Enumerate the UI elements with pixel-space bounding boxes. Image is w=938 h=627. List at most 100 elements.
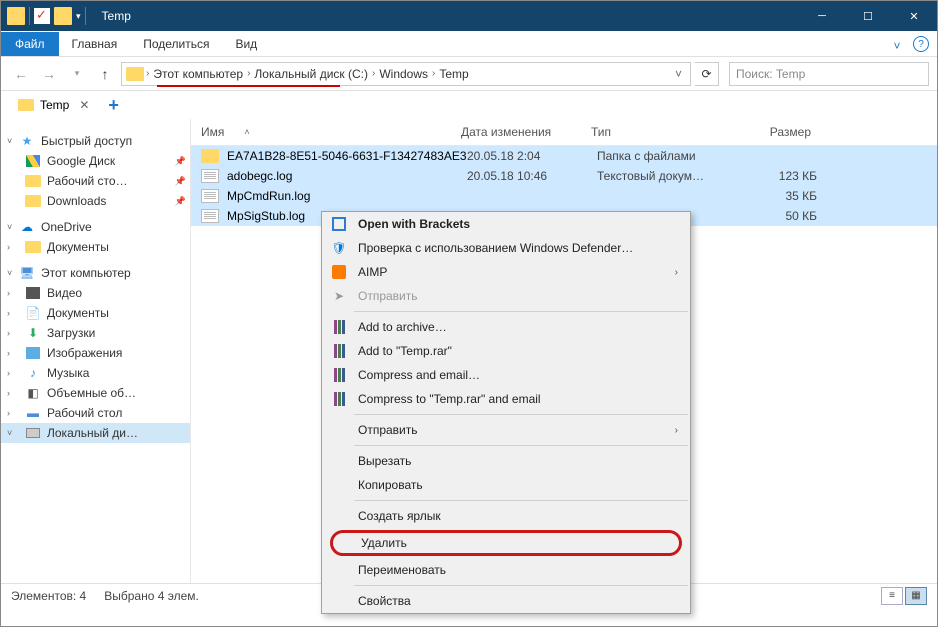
cm-defender[interactable]: 🛡Проверка с использованием Windows Defen… xyxy=(322,236,690,260)
cm-add-to[interactable]: Add to "Temp.rar" xyxy=(322,339,690,363)
back-button[interactable]: ← xyxy=(9,62,33,86)
folder-tab[interactable]: Temp ✕ xyxy=(9,93,98,117)
tab-strip: Temp ✕ + xyxy=(1,91,937,119)
sidebar-gdrive[interactable]: Google Диск📌 xyxy=(1,151,190,171)
archive-icon xyxy=(334,368,345,382)
folder-icon xyxy=(54,7,72,25)
video-icon xyxy=(26,287,40,299)
tab-share[interactable]: Поделиться xyxy=(130,32,222,56)
minimize-button[interactable]: ─ xyxy=(799,1,845,31)
crumb-temp[interactable]: Temp xyxy=(435,67,472,81)
sidebar-video[interactable]: ›Видео xyxy=(1,283,190,303)
close-button[interactable]: ✕ xyxy=(891,1,937,31)
archive-icon xyxy=(334,392,345,406)
cm-aimp[interactable]: AIMP› xyxy=(322,260,690,284)
gdrive-icon xyxy=(26,155,40,167)
separator xyxy=(354,311,688,312)
view-icons-button[interactable]: ▦ xyxy=(905,587,927,605)
tab-close-icon[interactable]: ✕ xyxy=(79,98,89,112)
star-icon: ★ xyxy=(19,133,35,149)
sidebar-downloads[interactable]: ›⬇Загрузки xyxy=(1,323,190,343)
cm-copy[interactable]: Копировать xyxy=(322,473,690,497)
sidebar-music[interactable]: ›♪Музыка xyxy=(1,363,190,383)
cm-cut[interactable]: Вырезать xyxy=(322,449,690,473)
header-name[interactable]: Имя˄ xyxy=(201,125,461,139)
shield-icon: 🛡 xyxy=(330,239,348,257)
crumb-pc[interactable]: Этот компьютер xyxy=(149,67,247,81)
table-row[interactable]: EA7A1B28-8E51-5046-6631-F13427483AE320.0… xyxy=(191,146,937,166)
search-input[interactable]: Поиск: Temp xyxy=(729,62,929,86)
table-row[interactable]: adobegc.log20.05.18 10:46Текстовый докум… xyxy=(191,166,937,186)
add-tab-button[interactable]: + xyxy=(102,95,125,116)
folder-icon xyxy=(25,195,41,207)
sidebar-downloads-pin[interactable]: Downloads📌 xyxy=(1,191,190,211)
recent-dropdown[interactable]: ▾ xyxy=(65,62,89,86)
image-icon xyxy=(26,347,40,359)
view-details-button[interactable]: ≡ xyxy=(881,587,903,605)
chevron-right-icon: › xyxy=(675,425,678,436)
tab-home[interactable]: Главная xyxy=(59,32,131,56)
desktop-icon: ▬ xyxy=(25,405,41,421)
table-row[interactable]: MpCmdRun.log35 КБ xyxy=(191,186,937,206)
cm-properties[interactable]: Свойства xyxy=(322,589,690,613)
folder-icon xyxy=(25,241,41,253)
sidebar-desktop[interactable]: ›▬Рабочий стол xyxy=(1,403,190,423)
crumb-disk[interactable]: Локальный диск (C:) xyxy=(250,67,372,81)
sidebar-quick-access[interactable]: ˅★Быстрый доступ xyxy=(1,131,190,151)
cm-rename[interactable]: Переименовать xyxy=(322,558,690,582)
sidebar-images[interactable]: ›Изображения xyxy=(1,343,190,363)
cm-add-archive[interactable]: Add to archive… xyxy=(322,315,690,339)
brackets-icon xyxy=(332,217,346,231)
sidebar-desktop-pin[interactable]: Рабочий сто…📌 xyxy=(1,171,190,191)
cm-open-brackets[interactable]: Open with Brackets xyxy=(322,212,690,236)
sidebar-onedrive[interactable]: ˅☁OneDrive xyxy=(1,217,190,237)
music-icon: ♪ xyxy=(25,365,41,381)
status-item-count: Элементов: 4 xyxy=(11,589,86,603)
up-button[interactable]: ↑ xyxy=(93,62,117,86)
window-title: Temp xyxy=(102,9,131,23)
ribbon-expand-icon[interactable]: ˅ xyxy=(887,36,907,56)
cm-send-disabled: ➤Отправить xyxy=(322,284,690,308)
cm-compress-to-email[interactable]: Compress to "Temp.rar" and email xyxy=(322,387,690,411)
titlebar: ▾ Temp ─ ☐ ✕ xyxy=(1,1,937,31)
onedrive-icon: ☁ xyxy=(19,219,35,235)
document-icon xyxy=(201,189,219,203)
sidebar-localdisk[interactable]: ˅Локальный ди… xyxy=(1,423,190,443)
pc-icon: 🖥 xyxy=(19,265,35,281)
cm-send[interactable]: Отправить› xyxy=(322,418,690,442)
file-tab[interactable]: Файл xyxy=(1,32,59,56)
sidebar-3d[interactable]: ›◧Объемные об… xyxy=(1,383,190,403)
sort-asc-icon: ˄ xyxy=(244,127,249,137)
send-icon: ➤ xyxy=(330,287,348,305)
chevron-right-icon: › xyxy=(675,267,678,278)
cm-compress-email[interactable]: Compress and email… xyxy=(322,363,690,387)
header-size[interactable]: Размер xyxy=(721,125,811,139)
crumb-windows[interactable]: Windows xyxy=(375,67,432,81)
sidebar-this-pc[interactable]: ˅🖥Этот компьютер xyxy=(1,263,190,283)
document-icon xyxy=(201,209,219,223)
forward-button[interactable]: → xyxy=(37,62,61,86)
folder-icon xyxy=(18,99,34,111)
refresh-button[interactable]: ⟳ xyxy=(695,62,719,86)
address-box[interactable]: › Этот компьютер › Локальный диск (C:) ›… xyxy=(121,62,691,86)
header-type[interactable]: Тип xyxy=(591,125,721,139)
folder-tab-label: Temp xyxy=(40,98,69,112)
sidebar-docs[interactable]: ›📄Документы xyxy=(1,303,190,323)
qat-dropdown-icon[interactable]: ▾ xyxy=(76,11,81,22)
status-selected-count: Выбрано 4 элем. xyxy=(104,589,199,603)
document-icon xyxy=(201,169,219,183)
tab-view[interactable]: Вид xyxy=(222,32,270,56)
address-dropdown-icon[interactable]: ˅ xyxy=(671,67,686,81)
cm-delete[interactable]: Удалить xyxy=(330,530,682,556)
context-menu: Open with Brackets 🛡Проверка с использов… xyxy=(321,211,691,614)
sidebar: ˅★Быстрый доступ Google Диск📌 Рабочий ст… xyxy=(1,119,191,583)
header-date[interactable]: Дата изменения xyxy=(461,125,591,139)
maximize-button[interactable]: ☐ xyxy=(845,1,891,31)
qat-icon[interactable] xyxy=(34,8,50,24)
annotation-underline xyxy=(157,85,340,87)
separator xyxy=(354,445,688,446)
sidebar-od-docs[interactable]: ›Документы xyxy=(1,237,190,257)
separator xyxy=(354,414,688,415)
help-icon[interactable]: ? xyxy=(913,36,929,52)
cm-shortcut[interactable]: Создать ярлык xyxy=(322,504,690,528)
